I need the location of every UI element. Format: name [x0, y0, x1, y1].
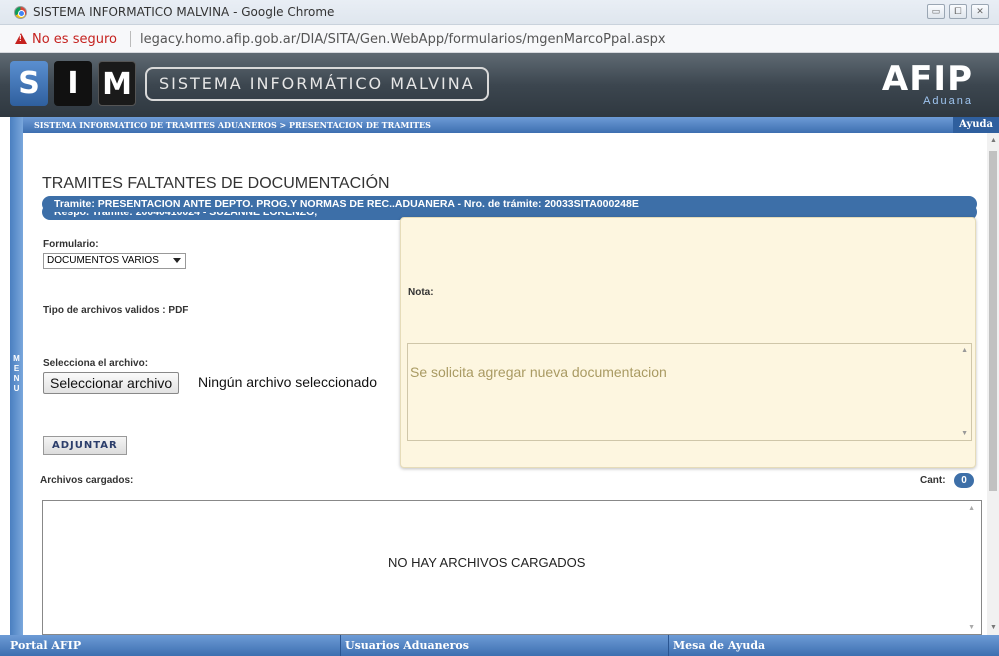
- afip-logo: AFIP Aduana: [855, 59, 977, 107]
- usuarios-aduaneros-link[interactable]: Usuarios Aduaneros: [345, 639, 469, 652]
- chevron-down-icon: [173, 258, 181, 263]
- page-title: TRAMITES FALTANTES DE DOCUMENTACIÓN: [42, 175, 390, 192]
- valid-file-types: Tipo de archivos validos : PDF: [43, 305, 189, 316]
- nota-label: Nota:: [408, 287, 434, 298]
- minimize-button[interactable]: ▭: [927, 4, 945, 19]
- menu-letter-m: M: [13, 354, 20, 363]
- maximize-button[interactable]: ⧠: [949, 4, 967, 19]
- sim-logo-i: I: [54, 61, 92, 106]
- nota-textarea[interactable]: Se solicita agregar nueva documentacion …: [407, 343, 972, 441]
- sim-header-banner: S I M SISTEMA INFORMÁTICO MALVINA AFIP A…: [0, 53, 999, 117]
- uploaded-files-list[interactable]: NO HAY ARCHIVOS CARGADOS ▲ ▼: [42, 500, 982, 635]
- scroll-up-icon[interactable]: ▲: [990, 137, 997, 144]
- formulario-label: Formulario:: [43, 239, 99, 250]
- page-scrollbar[interactable]: ▲ ▼: [987, 133, 999, 635]
- menu-letter-n: N: [13, 374, 20, 383]
- attach-button[interactable]: ADJUNTAR: [43, 436, 127, 455]
- mesa-de-ayuda-link[interactable]: Mesa de Ayuda: [673, 639, 765, 652]
- menu-letter-u: U: [13, 384, 20, 393]
- divider: [668, 635, 669, 656]
- formulario-selected-value: DOCUMENTOS VARIOS: [47, 255, 159, 266]
- window-title: SISTEMA INFORMATICO MALVINA - Google Chr…: [33, 5, 335, 19]
- scroll-down-icon[interactable]: ▼: [968, 624, 975, 631]
- choose-file-button[interactable]: Seleccionar archivo: [43, 372, 180, 394]
- browser-title-bar: SISTEMA INFORMATICO MALVINA - Google Chr…: [0, 0, 999, 25]
- formulario-select[interactable]: DOCUMENTOS VARIOS: [43, 253, 186, 269]
- sim-logo-s: S: [10, 61, 48, 106]
- side-menu-toggle[interactable]: M E N U: [10, 117, 23, 635]
- security-status[interactable]: No es seguro: [32, 32, 117, 47]
- scroll-down-icon[interactable]: ▼: [990, 624, 997, 631]
- uploaded-files-label: Archivos cargados:: [40, 475, 134, 486]
- help-link[interactable]: Ayuda: [953, 117, 999, 133]
- window-controls: ▭ ⧠ ✕: [927, 4, 989, 19]
- divider: [340, 635, 341, 656]
- nota-text: Se solicita agregar nueva documentacion: [410, 364, 667, 380]
- sim-logo-m: M: [98, 61, 136, 106]
- empty-files-message: NO HAY ARCHIVOS CARGADOS: [388, 555, 586, 570]
- chrome-icon: [14, 6, 27, 19]
- menu-letter-e: E: [13, 364, 20, 373]
- scrollbar-thumb[interactable]: [989, 151, 997, 491]
- tramite-info-bar: Tramite: PRESENTACION ANTE DEPTO. PROG.Y…: [42, 196, 977, 212]
- scroll-up-icon[interactable]: ▲: [961, 347, 968, 354]
- scroll-up-icon[interactable]: ▲: [968, 505, 975, 512]
- breadcrumb[interactable]: SISTEMA INFORMATICO DE TRAMITES ADUANERO…: [34, 120, 431, 130]
- afip-logo-text: AFIP: [881, 59, 973, 99]
- scroll-down-icon[interactable]: ▼: [961, 430, 968, 437]
- no-file-selected-text: Ningún archivo seleccionado: [198, 374, 377, 390]
- nota-panel: Nota: Se solicita agregar nueva document…: [400, 217, 976, 468]
- separator: [130, 31, 131, 47]
- aduana-text: Aduana: [923, 95, 973, 107]
- footer-bar: Portal AFIP Usuarios Aduaneros Mesa de A…: [0, 635, 999, 656]
- portal-afip-link[interactable]: Portal AFIP: [10, 639, 81, 652]
- file-count-badge: 0: [954, 473, 974, 488]
- warning-icon[interactable]: [15, 33, 27, 44]
- url-text[interactable]: legacy.homo.afip.gob.ar/DIA/SITA/Gen.Web…: [140, 32, 666, 47]
- breadcrumb-bar: SISTEMA INFORMATICO DE TRAMITES ADUANERO…: [23, 117, 999, 133]
- count-label: Cant:: [920, 475, 946, 486]
- system-name: SISTEMA INFORMÁTICO MALVINA: [145, 67, 489, 101]
- close-button[interactable]: ✕: [971, 4, 989, 19]
- select-file-label: Selecciona el archivo:: [43, 358, 149, 369]
- address-bar[interactable]: No es seguro legacy.homo.afip.gob.ar/DIA…: [0, 25, 999, 53]
